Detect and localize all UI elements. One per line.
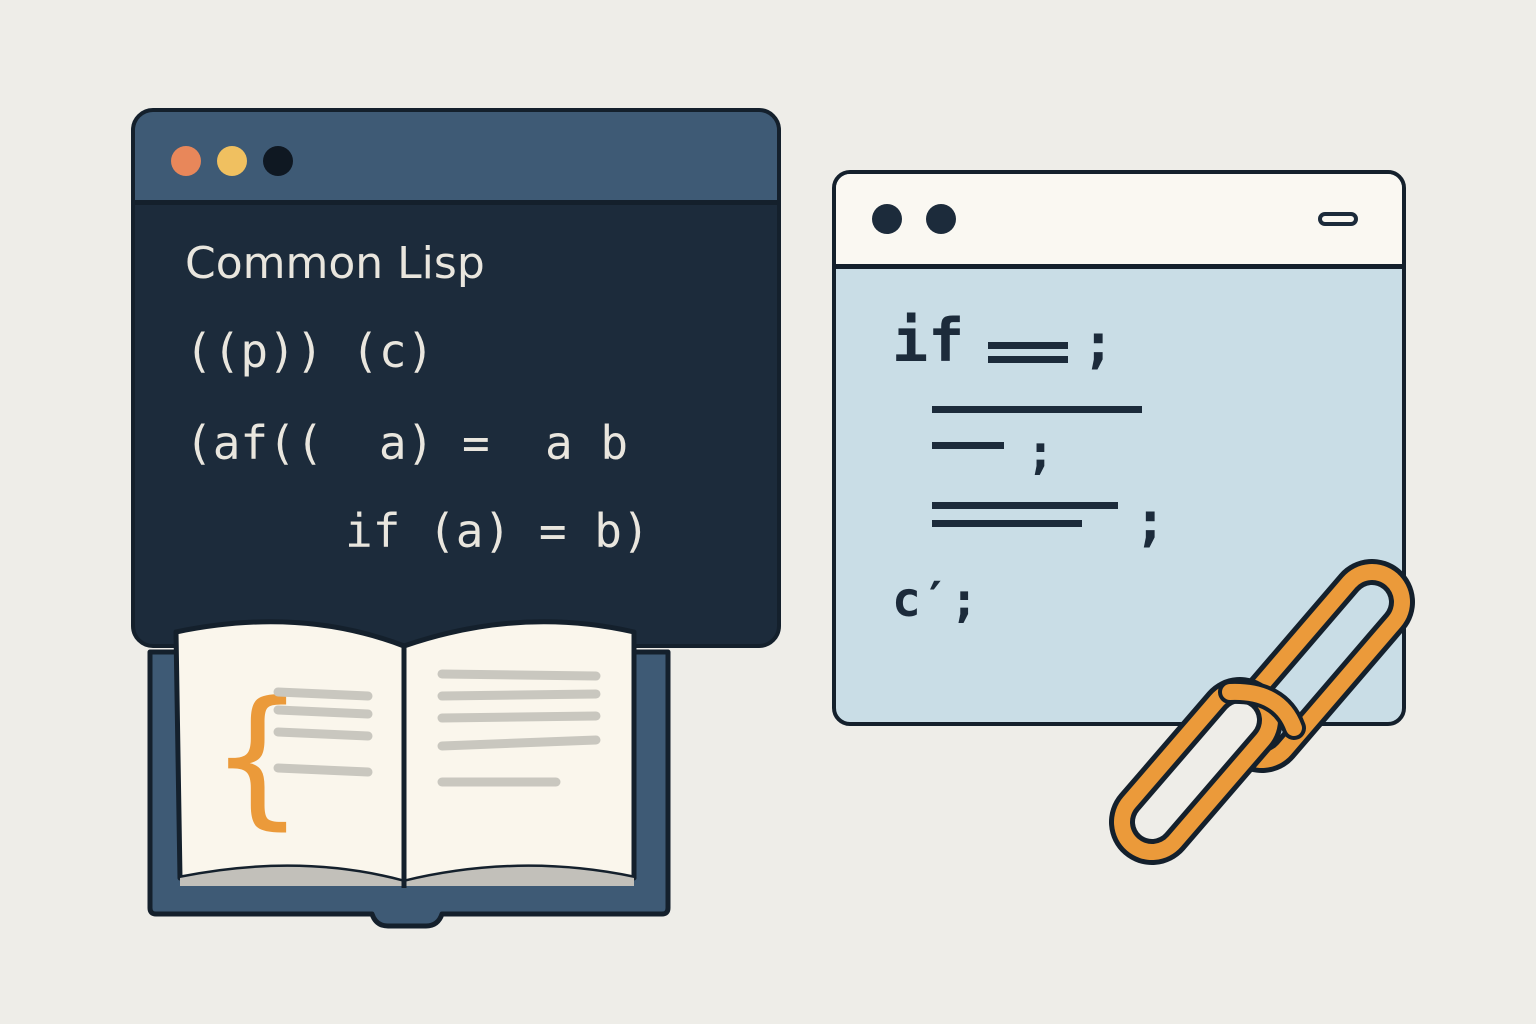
code-placeholder-line-3 (932, 442, 1004, 449)
menu-icon[interactable] (1318, 212, 1358, 226)
equals-bar-bottom (988, 356, 1068, 363)
keyword-if: if (892, 306, 965, 376)
minimize-dot-icon[interactable] (217, 146, 247, 176)
window-titlebar (135, 112, 777, 205)
lisp-code-window: Common Lisp ((p)) (c) (af(( a) = a b if … (131, 108, 781, 648)
line3-semicolon: ; (1026, 424, 1055, 480)
maximize-dot-icon[interactable] (263, 146, 293, 176)
window-titlebar (836, 174, 1402, 269)
code-line-5: c′; (892, 572, 979, 628)
close-dot-icon[interactable] (171, 146, 201, 176)
chain-link-icon (1109, 559, 1415, 865)
close-dot-icon[interactable] (872, 204, 902, 234)
language-title: Common Lisp (185, 238, 485, 289)
line1-semicolon: ; (1082, 312, 1115, 375)
minimize-dot-icon[interactable] (926, 204, 956, 234)
equals-bar-top (988, 342, 1068, 349)
code-line-2: (af(( a) = a b (185, 416, 629, 470)
code-placeholder-line-2 (932, 406, 1142, 413)
open-book-icon: { (147, 619, 671, 929)
code-placeholder-line-4a (932, 502, 1118, 509)
code-placeholder-line-4b (932, 520, 1082, 527)
code-line-1: ((p)) (c) (185, 324, 435, 378)
code-line-3: if (a) = b) (345, 504, 650, 558)
